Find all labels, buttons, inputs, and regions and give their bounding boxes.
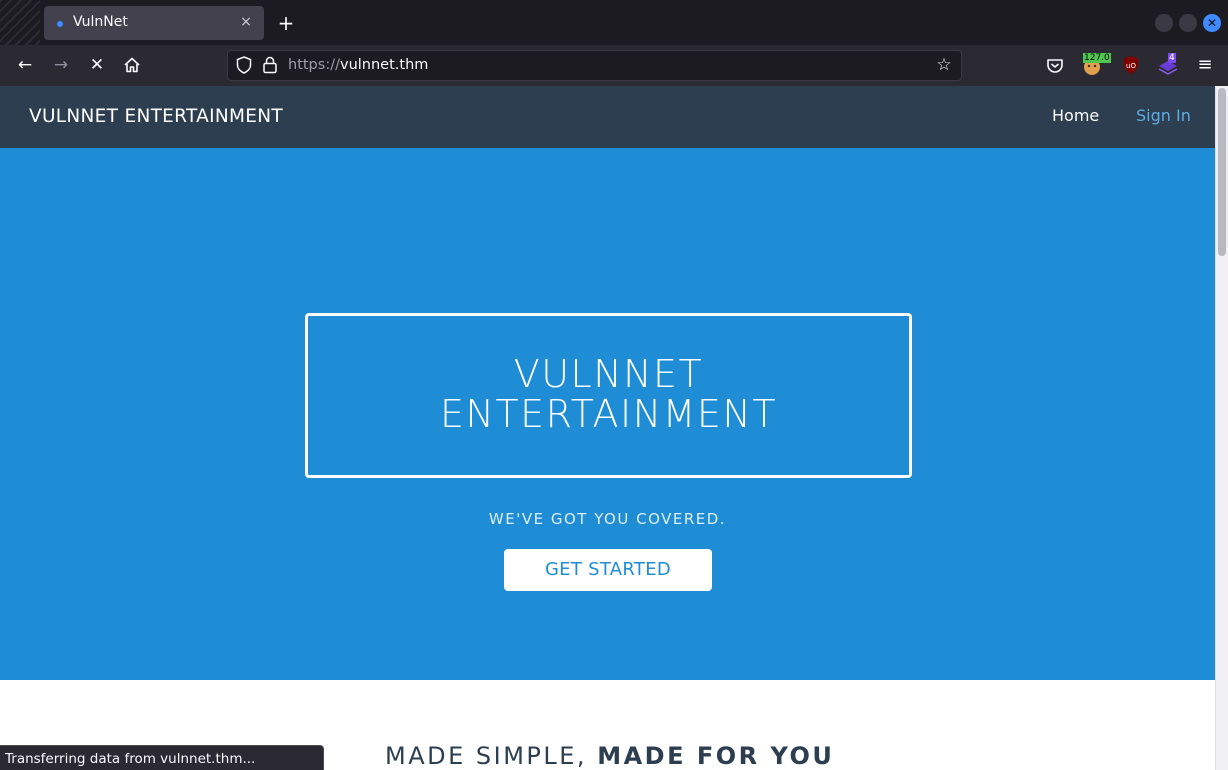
page-scrollbar[interactable]	[1215, 86, 1228, 770]
extension-badge-count: 127.0	[1083, 53, 1111, 63]
site-header: VULNNET ENTERTAINMENT Home Sign In	[0, 86, 1215, 148]
hero-tagline: WE'VE GOT YOU COVERED.	[488, 510, 727, 528]
tabstrip-decoration	[0, 0, 40, 45]
close-tab-icon[interactable]: ×	[236, 12, 256, 32]
hero-title-line-2: ENTERTAINMENT	[439, 392, 778, 436]
nav-link-home[interactable]: Home	[1052, 106, 1099, 125]
section-heading: MADE SIMPLE, MADE FOR YOU	[385, 742, 834, 770]
lock-icon[interactable]	[262, 55, 278, 75]
forward-arrow-icon[interactable]: →	[49, 53, 73, 77]
section-heading-bold: MADE FOR YOU	[597, 742, 835, 770]
svg-text:uO: uO	[1126, 62, 1136, 70]
window-close-button[interactable]: ✕	[1203, 14, 1221, 32]
page-viewport: VULNNET ENTERTAINMENT Home Sign In VULNN…	[0, 86, 1228, 770]
ublock-origin-icon[interactable]: uO	[1119, 53, 1143, 77]
new-tab-button[interactable]: +	[274, 11, 298, 35]
loading-favicon-icon	[57, 21, 63, 27]
status-text: Transferring data from vulnnet.thm...	[5, 751, 256, 767]
pocket-icon[interactable]	[1043, 53, 1067, 77]
bookmark-star-icon[interactable]: ☆	[933, 54, 955, 76]
window-maximize-button[interactable]	[1179, 14, 1197, 32]
hero-title-line-1: VULNNET	[513, 352, 704, 396]
home-icon[interactable]	[120, 53, 144, 77]
hero-title: VULNNET ENTERTAINMENT	[308, 354, 909, 434]
extension-proxy-icon[interactable]: 127.0	[1080, 53, 1111, 77]
browser-tab-vulnnet[interactable]: VulnNet ×	[44, 6, 264, 40]
browser-tab-strip: VulnNet × + ✕	[0, 0, 1228, 45]
stop-loading-icon[interactable]: ✕	[85, 53, 109, 77]
tab-title: VulnNet	[73, 14, 128, 30]
url-scheme: https://	[288, 57, 340, 73]
browser-navigation-bar: ← → ✕ https://vulnnet.thm ☆ 127.0 uO 4 ≡	[0, 45, 1228, 86]
hero-title-box: VULNNET ENTERTAINMENT	[305, 313, 912, 478]
back-arrow-icon[interactable]: ←	[13, 53, 37, 77]
status-bar: Transferring data from vulnnet.thm...	[0, 745, 324, 770]
url-text[interactable]: https://vulnnet.thm	[288, 57, 428, 73]
nav-link-sign-in[interactable]: Sign In	[1136, 106, 1191, 125]
hamburger-menu-icon[interactable]: ≡	[1193, 53, 1217, 77]
get-started-button[interactable]: GET STARTED	[504, 549, 712, 591]
site-brand[interactable]: VULNNET ENTERTAINMENT	[29, 106, 283, 127]
url-bar[interactable]: https://vulnnet.thm ☆	[227, 50, 962, 81]
hero-banner: VULNNET ENTERTAINMENT WE'VE GOT YOU COVE…	[0, 148, 1215, 680]
window-minimize-button[interactable]	[1155, 14, 1173, 32]
section-heading-light: MADE SIMPLE,	[385, 742, 598, 770]
extension-badge-number: 4	[1168, 53, 1176, 63]
extension-stack-icon[interactable]: 4	[1156, 53, 1180, 77]
scrollbar-thumb[interactable]	[1218, 88, 1226, 256]
url-host: vulnnet.thm	[339, 57, 429, 73]
tracking-protection-shield-icon[interactable]	[234, 55, 254, 75]
